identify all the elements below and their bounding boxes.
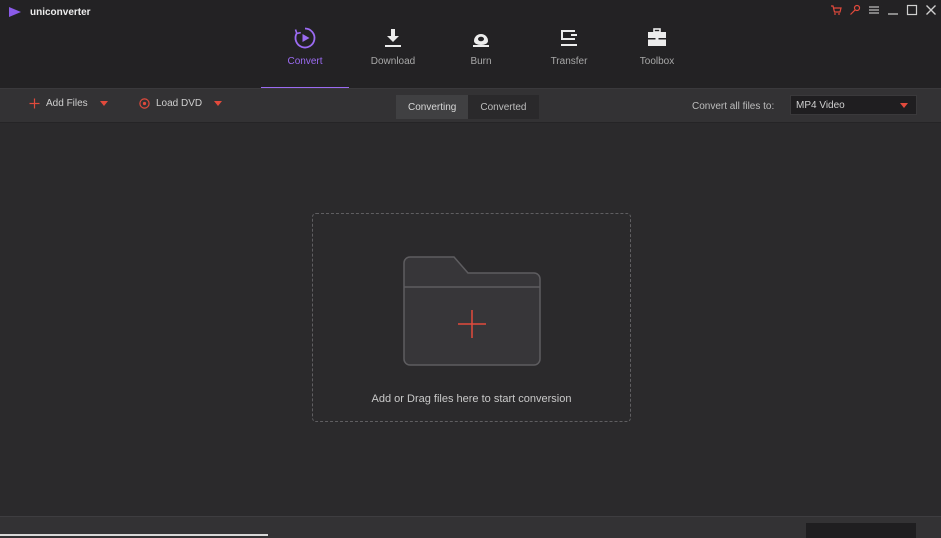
plus-icon: [29, 98, 40, 109]
transfer-icon: [556, 25, 582, 51]
toolbox-icon: [644, 25, 670, 51]
add-files-label: Add Files: [46, 98, 88, 109]
nav-label: Toolbox: [639, 56, 675, 67]
app-logo: uniconverter: [8, 6, 91, 18]
download-icon: [380, 25, 406, 51]
chevron-down-icon: [900, 102, 908, 108]
title-bar: uniconverter Convert Download Burn Trans…: [0, 0, 941, 89]
main-nav: Convert Download Burn Transfer Toolbox: [261, 0, 701, 89]
nav-burn[interactable]: Burn: [437, 0, 525, 89]
menu-icon[interactable]: [867, 3, 880, 16]
load-dvd-label: Load DVD: [156, 98, 203, 109]
dvd-icon: [139, 98, 150, 109]
cart-icon[interactable]: [829, 3, 842, 16]
load-dvd-dropdown-icon[interactable]: [214, 98, 223, 109]
drop-hint-text: Add or Drag files here to start conversi…: [371, 393, 572, 405]
minimize-icon[interactable]: [886, 3, 899, 16]
burn-icon: [468, 25, 494, 51]
tab-converting[interactable]: Converting: [396, 95, 469, 119]
bottom-divider: [0, 534, 268, 536]
add-files-dropdown-icon[interactable]: [99, 98, 108, 109]
output-format-select[interactable]: MP4 Video: [790, 95, 917, 115]
status-tabs: Converting Converted: [396, 95, 539, 119]
add-folder-icon[interactable]: [402, 255, 542, 367]
toolbar: Add Files Load DVD Converting Converted …: [0, 89, 941, 123]
add-files-button[interactable]: Add Files: [29, 98, 108, 109]
window-controls: [829, 3, 937, 16]
file-drop-zone[interactable]: Add or Drag files here to start conversi…: [312, 213, 631, 422]
nav-label: Transfer: [550, 56, 588, 67]
nav-download[interactable]: Download: [349, 0, 437, 89]
nav-label: Download: [370, 56, 416, 67]
convert-all-label: Convert all files to:: [692, 101, 775, 112]
close-icon[interactable]: [924, 3, 937, 16]
app-title: uniconverter: [30, 6, 91, 18]
load-dvd-button[interactable]: Load DVD: [139, 98, 223, 109]
nav-convert[interactable]: Convert: [261, 0, 349, 89]
output-format-value: MP4 Video: [796, 99, 845, 111]
convert-icon: [292, 25, 318, 51]
nav-label: Convert: [287, 56, 323, 67]
maximize-icon[interactable]: [905, 3, 918, 16]
tab-converted[interactable]: Converted: [468, 95, 539, 119]
nav-toolbox[interactable]: Toolbox: [613, 0, 701, 89]
nav-label: Burn: [470, 56, 492, 67]
nav-transfer[interactable]: Transfer: [525, 0, 613, 89]
app-window: uniconverter Convert Download Burn Trans…: [0, 0, 941, 538]
convert-all-button[interactable]: [806, 523, 916, 538]
play-logo-icon: [9, 7, 21, 17]
key-icon[interactable]: [848, 3, 861, 16]
main-area: Add or Drag files here to start conversi…: [0, 124, 941, 516]
